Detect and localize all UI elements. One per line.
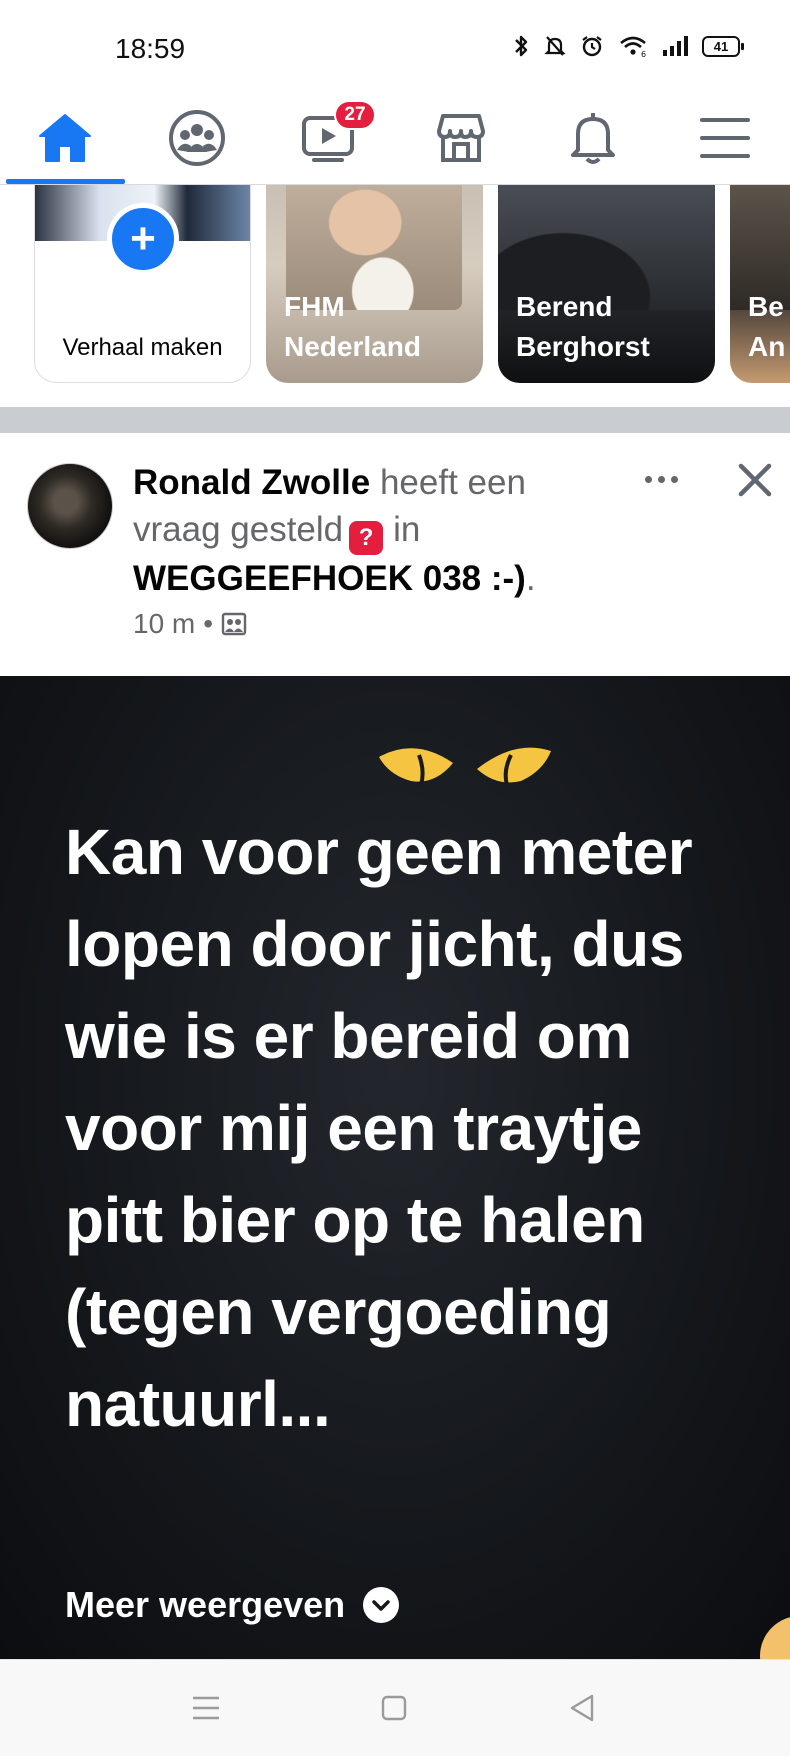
post-message: Kan voor geen meter lopen door jicht, du… [65,816,693,1440]
menu-icon [700,117,750,158]
top-navigation: 27 [0,90,790,185]
tab-groups[interactable] [132,90,262,185]
author-avatar[interactable] [27,463,113,549]
question-icon: ? [349,520,384,555]
story-create[interactable]: + Verhaal maken [34,185,251,383]
mute-bell-icon [544,36,566,56]
system-navigation-bar [0,1659,790,1756]
home-icon [39,113,91,162]
back-triangle-icon [570,1694,594,1722]
groups-icon [169,109,225,166]
group-name[interactable]: WEGGEEFHOEK 038 :-) [133,559,526,598]
recent-apps-icon [193,1696,219,1720]
cat-eyes-icon [379,747,551,786]
post-background[interactable]: Kan voor geen meter lopen door jicht, du… [0,676,790,1659]
store-icon [437,113,485,162]
stories-tray: + Verhaal maken FHM Nederland Berend Ber… [0,185,790,407]
tab-notifications[interactable] [528,90,658,185]
status-time: 18:59 [115,33,186,64]
more-options-button[interactable] [636,459,686,499]
recent-apps-button[interactable] [176,1686,236,1730]
tab-watch[interactable]: 27 [264,90,394,185]
plus-icon: + [107,203,179,275]
status-bar: 18:59 6 41 [0,0,790,90]
close-icon [738,463,772,497]
hide-post-button[interactable] [730,455,780,505]
status-icons: 6 41 [512,34,744,58]
story-create-label: Verhaal maken [62,334,223,361]
battery-level: 41 [713,38,729,54]
story-card[interactable]: Berend Berghorst [498,185,715,383]
post-time[interactable]: 10 m [133,608,195,640]
home-system-button[interactable] [364,1686,424,1730]
alarm-icon [582,36,602,57]
post-title: Ronald Zwolle heeft een vraag gesteld? in… [133,459,583,602]
bluetooth-icon [515,35,528,57]
dot [657,475,665,483]
see-more-label: Meer weergeven [65,1584,346,1625]
decorative-shape [760,1616,790,1659]
post-trailing: . [525,558,536,598]
wifi-icon: 6 [620,36,646,58]
story-title: FHM Nederland [284,291,421,362]
group-audience-icon [221,612,247,636]
meta-separator: • [203,608,214,639]
feed-separator [0,407,790,433]
watch-badge: 27 [334,100,376,130]
story-title: Berend Berghorst [516,291,650,362]
home-square-icon [381,1695,407,1721]
dot [644,475,652,483]
tab-home[interactable] [0,90,130,185]
chevron-down-icon [363,1587,400,1623]
author-name[interactable]: Ronald Zwolle [133,463,370,502]
see-more-button[interactable]: Meer weergeven [65,1584,400,1626]
battery-icon: 41 [702,35,744,57]
post-header: Ronald Zwolle heeft een vraag gesteld? in… [0,433,790,676]
dot [670,475,678,483]
tab-menu[interactable] [660,90,790,185]
signal-icon [663,36,688,56]
story-card[interactable]: FHM Nederland [266,185,483,383]
svg-text:6: 6 [641,50,646,58]
post-meta: 10 m • [133,608,247,640]
bell-icon [571,112,615,164]
tab-marketplace[interactable] [396,90,526,185]
post-preposition: in [393,510,421,549]
back-system-button[interactable] [552,1686,612,1730]
story-title: Be An [748,291,786,362]
story-card[interactable]: Be An [730,185,790,383]
